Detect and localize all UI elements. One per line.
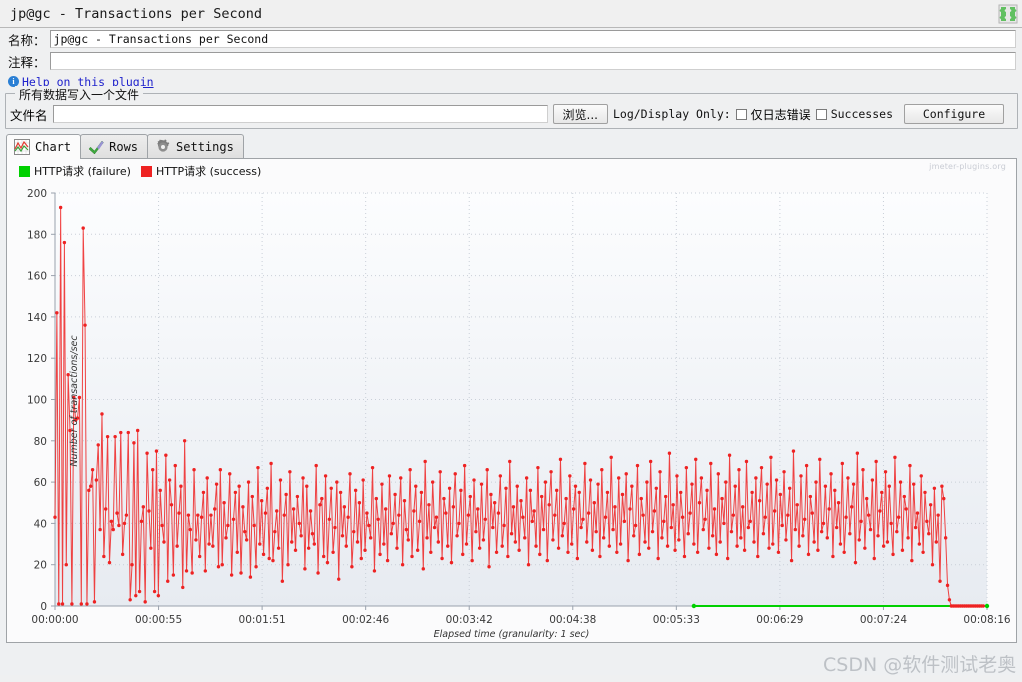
svg-text:80: 80	[34, 436, 47, 448]
tab-rows-label: Rows	[109, 139, 139, 154]
svg-text:00:01:51: 00:01:51	[239, 614, 286, 626]
legend-item-success[interactable]: HTTP请求 (success)	[140, 163, 262, 179]
gear-icon	[155, 138, 171, 155]
chart-icon	[14, 139, 30, 155]
chart-canvas[interactable]: 0 20 40 60 80 100 120 140 160 180 200 00:00:00 00:00…	[7, 159, 1017, 643]
svg-text:00:02:46: 00:02:46	[342, 614, 389, 626]
legend-swatch-success	[140, 165, 152, 177]
comment-row: 注释：	[0, 50, 1022, 72]
write-all-data-group: 所有数据写入一个文件 文件名 浏览... Log/Display Only: 仅…	[5, 86, 1018, 129]
window-titlebar: jp@gc - Transactions per Second	[0, 0, 1022, 28]
filename-input[interactable]	[52, 105, 548, 123]
svg-text:00:00:55: 00:00:55	[135, 614, 182, 626]
tab-settings[interactable]: Settings	[147, 134, 244, 158]
filename-row: 文件名 浏览... Log/Display Only: 仅日志错误 Succes…	[10, 104, 1013, 124]
errors-only-checkbox-box[interactable]	[735, 108, 747, 120]
name-input-value: jp@gc - Transactions per Second	[53, 32, 269, 46]
help-row: i Help on this plugin	[0, 72, 1022, 91]
tab-rows[interactable]: Rows	[80, 134, 149, 158]
errors-only-checkbox[interactable]: 仅日志错误	[735, 106, 811, 123]
successes-checkbox[interactable]: Successes	[815, 107, 893, 121]
legend-label-success: HTTP请求 (success)	[155, 165, 262, 178]
tab-chart-label: Chart	[35, 140, 72, 154]
legend-swatch-failure	[19, 165, 30, 177]
svg-text:180: 180	[27, 229, 47, 241]
svg-text:20: 20	[34, 560, 47, 572]
filename-label: 文件名	[10, 107, 48, 123]
successes-label: Successes	[830, 107, 893, 121]
chart-legend: HTTP请求 (failure) HTTP请求 (success)	[19, 163, 261, 179]
jmeter-plugins-watermark: jmeter-plugins.org	[929, 162, 1006, 171]
svg-text:60: 60	[34, 477, 47, 489]
comment-input[interactable]	[49, 52, 1016, 70]
svg-text:00:06:29: 00:06:29	[756, 614, 803, 626]
x-axis-title: Elapsed time (granularity: 1 sec)	[433, 629, 590, 640]
name-label: 名称：	[8, 32, 46, 48]
tab-settings-label: Settings	[176, 139, 234, 154]
svg-text:120: 120	[27, 353, 47, 365]
comment-label: 注释：	[8, 54, 46, 70]
y-axis-title: Number of transactions/sec	[69, 334, 81, 467]
configure-button[interactable]: Configure	[904, 104, 1004, 124]
svg-text:100: 100	[27, 395, 47, 407]
svg-text:00:05:33: 00:05:33	[653, 614, 700, 626]
csdn-watermark: CSDN @软件测试老奥	[823, 654, 1017, 676]
errors-only-label: 仅日志错误	[750, 107, 811, 122]
legend-item-failure[interactable]: HTTP请求 (failure)	[19, 163, 131, 179]
svg-text:140: 140	[27, 312, 47, 324]
window-title: jp@gc - Transactions per Second	[10, 5, 262, 22]
puzzle-icon[interactable]	[998, 4, 1018, 24]
svg-text:00:03:42: 00:03:42	[446, 614, 493, 626]
plugin-window: jp@gc - Transactions per Second 名称： jp@g…	[0, 0, 1022, 682]
successes-checkbox-box[interactable]	[815, 108, 827, 120]
svg-text:0: 0	[40, 601, 47, 613]
svg-text:00:00:00: 00:00:00	[31, 614, 78, 626]
svg-text:200: 200	[27, 188, 47, 200]
svg-text:00:08:16: 00:08:16	[963, 614, 1010, 626]
svg-text:00:04:38: 00:04:38	[549, 614, 596, 626]
legend-label-failure: HTTP请求 (failure)	[34, 165, 131, 178]
svg-text:00:07:24: 00:07:24	[860, 614, 907, 626]
check-icon	[88, 139, 104, 155]
log-display-only-label: Log/Display Only:	[612, 107, 731, 121]
chart-panel: HTTP请求 (failure) HTTP请求 (success) jmeter…	[6, 159, 1017, 643]
svg-text:160: 160	[27, 271, 47, 283]
svg-text:40: 40	[34, 518, 47, 530]
status-bar	[0, 675, 1022, 682]
name-input[interactable]: jp@gc - Transactions per Second	[49, 30, 1016, 48]
name-row: 名称： jp@gc - Transactions per Second	[0, 28, 1022, 50]
tab-bar: Chart Rows Settings	[6, 134, 1017, 159]
browse-button[interactable]: 浏览...	[552, 104, 608, 124]
tab-chart[interactable]: Chart	[6, 134, 82, 159]
write-all-data-group-title: 所有数据写入一个文件	[15, 86, 144, 103]
